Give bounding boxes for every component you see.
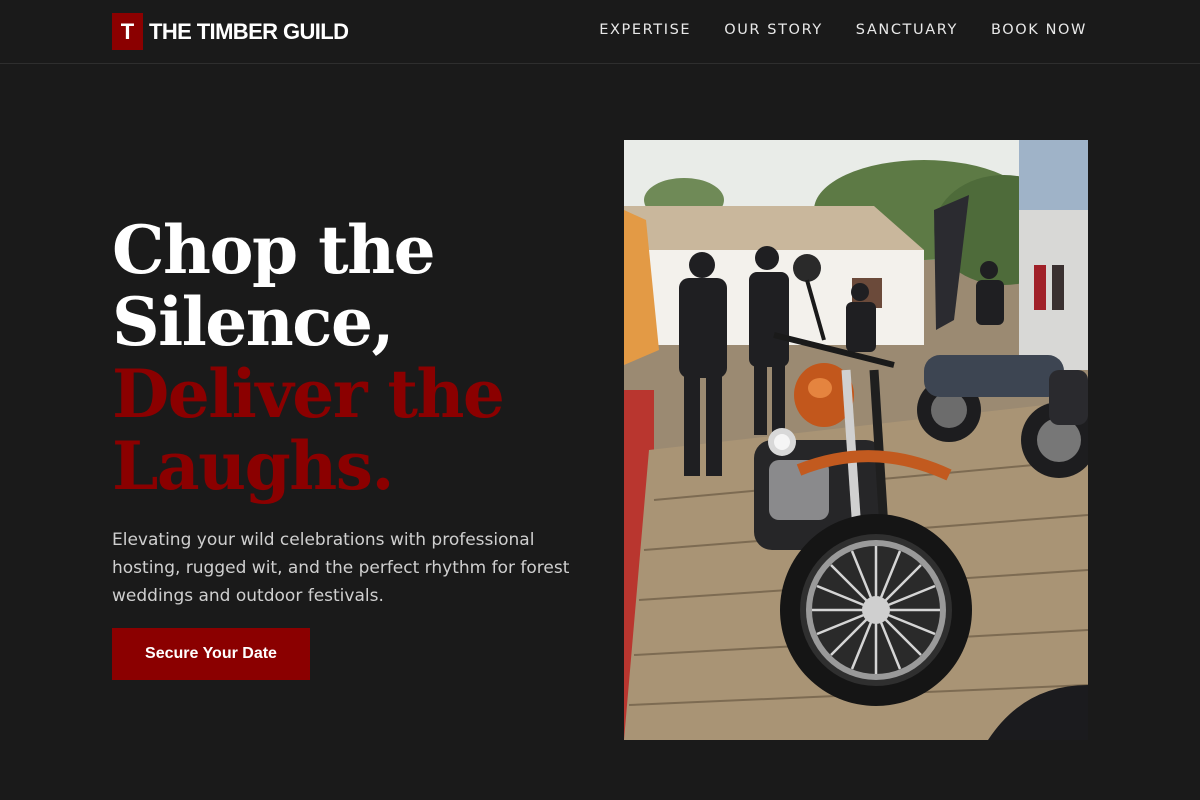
- secure-date-button[interactable]: Secure Your Date: [112, 628, 310, 680]
- hero-photo: [624, 140, 1088, 740]
- main-menu: EXPERTISE OUR STORY SANCTUARY BOOK NOW: [599, 22, 1087, 38]
- hero-headline-line2: Deliver the Laughs.: [112, 355, 505, 505]
- logo-mark: T: [112, 13, 143, 50]
- brand-logo[interactable]: T THE TIMBER GUILD: [112, 13, 349, 50]
- nav-item-our-story[interactable]: OUR STORY: [724, 22, 823, 38]
- top-navigation: T THE TIMBER GUILD EXPERTISE OUR STORY S…: [0, 0, 1200, 64]
- nav-item-sanctuary[interactable]: SANCTUARY: [856, 22, 958, 38]
- nav-item-expertise[interactable]: EXPERTISE: [599, 22, 691, 38]
- motorcycle-photo-illustration: [624, 140, 1088, 740]
- nav-item-book-now[interactable]: BOOK NOW: [991, 22, 1087, 38]
- hero-subtitle: Elevating your wild celebrations with pr…: [112, 530, 570, 606]
- brand-name: THE TIMBER GUILD: [149, 18, 349, 44]
- hero-headline: Chop the Silence, Deliver the Laughs.: [112, 214, 582, 502]
- hero-headline-line1: Chop the Silence,: [112, 211, 436, 361]
